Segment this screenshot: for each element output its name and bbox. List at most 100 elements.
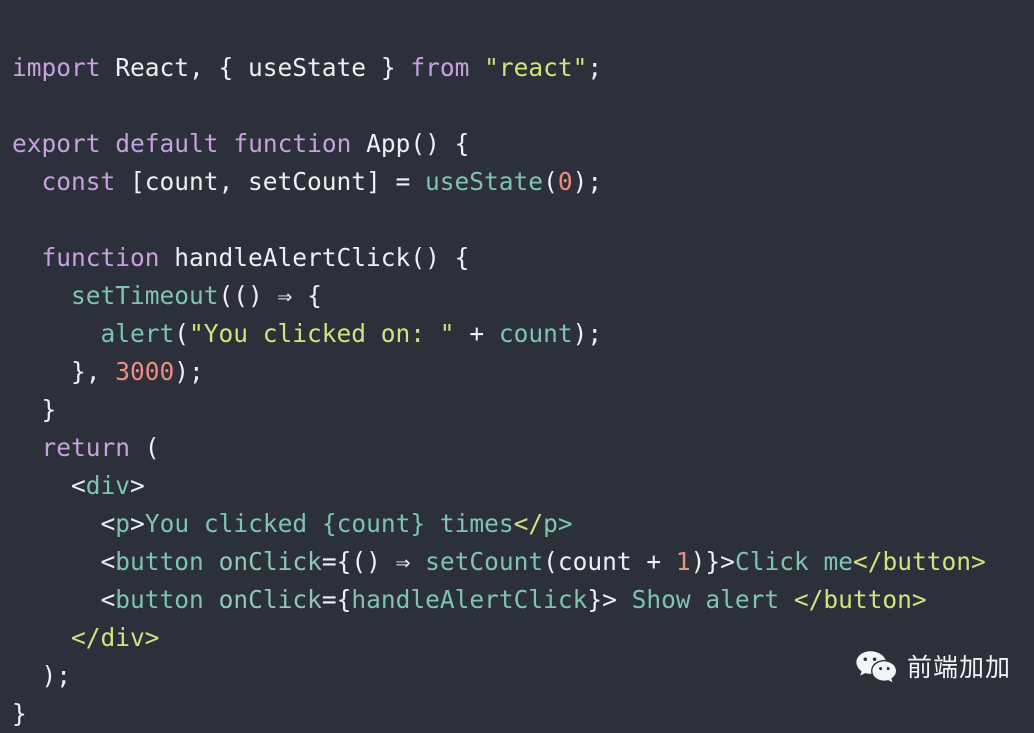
token-settimeout-call: setTimeout xyxy=(71,280,219,310)
token-angle-close: > xyxy=(130,470,145,500)
token-angle-open: < xyxy=(100,546,116,576)
watermark-label: 前端加加 xyxy=(907,652,1012,682)
token-equals-brace: ={() xyxy=(321,546,396,576)
token-button-tag: button xyxy=(115,546,204,576)
token-args-close: )}> xyxy=(690,546,735,576)
code-line-11: return ( xyxy=(12,429,1034,467)
token-increment-value: 1 xyxy=(675,546,691,576)
token-export-keyword: export xyxy=(12,128,101,158)
code-line-15: <button onClick={handleAlertClick}> Show… xyxy=(12,581,1034,619)
token-p-close-tag: p xyxy=(543,508,558,538)
token-brace-close: }, xyxy=(71,356,116,386)
wechat-logo-icon xyxy=(856,651,896,683)
token-default-import: React, xyxy=(100,52,219,82)
token-angle-open: < xyxy=(100,508,116,538)
token-paren-open: ( xyxy=(174,318,190,348)
token-angle-close: > xyxy=(911,584,927,614)
token-brace-close: } xyxy=(366,52,411,82)
token-plus-operator: + xyxy=(454,318,499,348)
token-setcount-call: setCount xyxy=(425,546,544,576)
code-line-1: import React, { useState } from "react"; xyxy=(12,49,1034,87)
token-angle-close: > xyxy=(970,546,986,576)
token-parens-brace: () { xyxy=(410,242,470,272)
token-close-paren-semicolon: ); xyxy=(41,660,72,690)
code-line-10: } xyxy=(12,391,1034,429)
token-closing-slash: </ xyxy=(71,622,101,652)
token-onclick-attribute: onClick xyxy=(218,546,322,576)
token-usestate-call: useState xyxy=(425,166,544,196)
token-show-alert-label: Show alert xyxy=(616,584,794,614)
token-count-variable: count xyxy=(498,318,573,348)
code-line-7: setTimeout(() ⇒ { xyxy=(12,277,1034,315)
token-button-close-tag: button xyxy=(823,584,912,614)
code-line-3: export default function App() { xyxy=(12,125,1034,163)
token-closing-slash: </ xyxy=(793,584,824,614)
token-timeout-delay: 3000 xyxy=(115,356,175,386)
token-angle-close: > xyxy=(557,508,573,538)
token-button-close-tag: button xyxy=(882,546,971,576)
token-angle-open: < xyxy=(71,470,86,500)
token-initial-value: 0 xyxy=(557,166,573,196)
token-paragraph-text: You clicked {count} times xyxy=(144,508,514,538)
token-brace-open: { xyxy=(218,52,249,82)
code-line-6: function handleAlertClick() { xyxy=(12,239,1034,277)
token-angle-close: > xyxy=(130,508,145,538)
code-line-9: }, 3000); xyxy=(12,353,1034,391)
code-line-2-blank xyxy=(12,87,1034,125)
token-alert-call: alert xyxy=(100,318,175,348)
token-alert-string: "You clicked on: " xyxy=(189,318,455,348)
token-brace-close: } xyxy=(41,394,57,424)
watermark: 前端加加 xyxy=(855,650,1011,684)
token-handler-name: handleAlertClick xyxy=(174,242,411,272)
token-paren-open: ( xyxy=(130,432,160,462)
token-const-keyword: const xyxy=(41,166,116,196)
arrow-function-icon: ⇒ xyxy=(277,280,293,310)
token-parens-brace: () { xyxy=(410,128,470,158)
token-brace-close: }> xyxy=(587,584,617,614)
token-from-keyword: from xyxy=(410,52,470,82)
token-args-open: (count + xyxy=(543,546,676,576)
code-screenshot: import React, { useState } from "react";… xyxy=(0,0,1034,728)
token-paren-open: (() xyxy=(218,280,278,310)
token-semicolon: ; xyxy=(587,52,603,82)
token-handler-reference: handleAlertClick xyxy=(351,584,588,614)
token-closing-slash: </ xyxy=(852,546,883,576)
token-destructure: [count, setCount] = xyxy=(115,166,426,196)
token-usestate-import: useState xyxy=(248,52,367,82)
code-line-18: } xyxy=(12,695,1034,733)
code-line-13: <p>You clicked {count} times</p> xyxy=(12,505,1034,543)
token-module-string: "react" xyxy=(484,52,588,82)
code-block: import React, { useState } from "react";… xyxy=(12,49,1034,733)
token-click-me-label: Click me xyxy=(734,546,853,576)
token-closing-slash: </ xyxy=(513,508,544,538)
token-paren-open: ( xyxy=(543,166,558,196)
token-onclick-attribute: onClick xyxy=(218,584,322,614)
token-div-close-tag: div xyxy=(100,622,145,652)
token-component-name: App xyxy=(366,128,411,158)
token-brace-open: { xyxy=(292,280,322,310)
code-line-8: alert("You clicked on: " + count); xyxy=(12,315,1034,353)
token-return-keyword: return xyxy=(41,432,131,462)
token-div-tag: div xyxy=(85,470,131,500)
token-function-keyword: function xyxy=(233,128,352,158)
code-line-12: <div> xyxy=(12,467,1034,505)
token-closing-brace: } xyxy=(12,698,27,728)
token-function-keyword: function xyxy=(41,242,160,272)
